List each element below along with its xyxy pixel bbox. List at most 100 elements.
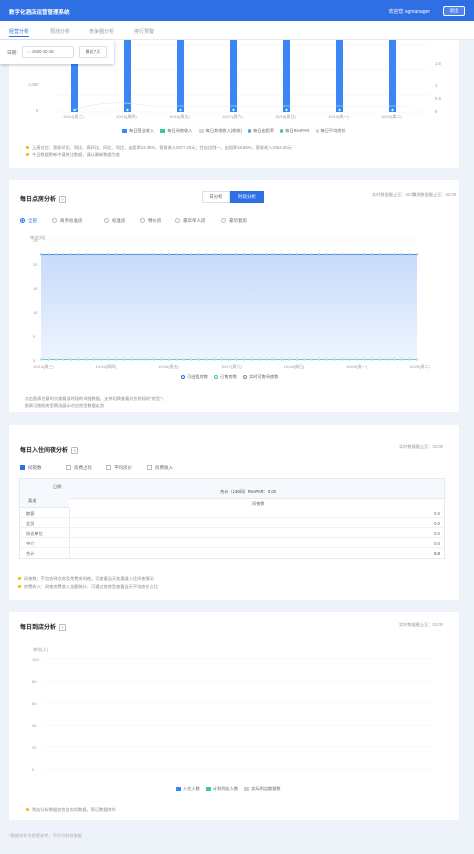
user-greeting: 欢迎您 sgmanager [388, 9, 430, 15]
x-axis-tick: 10/18(周日) [275, 114, 296, 119]
available-rooms-point [77, 253, 80, 256]
available-rooms-point [47, 253, 50, 256]
bullet-icon [26, 146, 29, 150]
table-row: 散客 0.0 [20, 508, 444, 518]
available-rooms-point [355, 253, 358, 256]
sold-rooms-point [310, 358, 313, 361]
y-axis-tick: 15 [33, 286, 38, 291]
check-room-revenue[interactable]: 房费收入 [147, 465, 173, 471]
available-rooms-area [41, 254, 417, 360]
date-filter-popover: 日期： ▭ 2020-10-18 最近7天 [0, 40, 114, 64]
sold-rooms-point [400, 358, 403, 361]
stay-note: 间夜数：不包含钟点房及免费房间夜，可查看当天各渠道入住间夜情况 [18, 576, 154, 582]
legend-item[interactable]: 入住人数 [183, 786, 200, 791]
check-room-ratio[interactable]: 房费占比 [66, 465, 92, 471]
sold-rooms-point [62, 358, 65, 361]
tab-ranking[interactable]: 排行预警 [134, 28, 154, 35]
available-rooms-point [340, 253, 343, 256]
x-axis-tick: 10/19(周一) [346, 364, 368, 369]
sold-rooms-point [175, 358, 178, 361]
revpar-point [232, 108, 235, 112]
revpar-point [285, 108, 288, 112]
x-axis-tick: 10/19(周一) [328, 114, 349, 119]
legend-item[interactable]: 每日其他收入(他收) [206, 128, 242, 133]
logout-button[interactable]: 退出 [443, 6, 465, 16]
x-axis-tick: 10/18(周日) [283, 364, 305, 369]
legend-item[interactable]: 每日出租率 [253, 128, 274, 133]
help-icon[interactable]: ? [71, 446, 79, 454]
table-row: 合计 0.0 [26, 551, 440, 556]
sold-rooms-point [77, 358, 80, 361]
sold-rooms-point [333, 358, 336, 361]
sold-rooms-point [220, 358, 223, 361]
tab-forecast[interactable]: 预测分析 [50, 28, 70, 35]
legend-item[interactable]: 每日平均房价 [321, 128, 346, 133]
available-rooms-point [92, 253, 95, 256]
sold-rooms-point [258, 358, 261, 361]
sold-rooms-point [295, 358, 298, 361]
y-axis-tick: 80 [32, 679, 37, 684]
bullet-icon [18, 585, 21, 589]
tab-competition[interactable]: 竞争圈分析 [89, 28, 114, 35]
room-note: · 点击图表任意时点查看该时段的详细数据，支持切换查看对应时段的"房型"； [22, 396, 166, 401]
checkbox-icon [147, 465, 152, 471]
corner-date: 日期 [53, 484, 62, 489]
available-rooms-point [212, 253, 215, 256]
legend-item[interactable]: 每日营业收入 [129, 128, 154, 133]
bullet-icon [26, 153, 29, 157]
revenue-bar [283, 40, 290, 112]
arrival-panel: 每日到店分析? 实时数据截止至：02:00 单位(人) 入住人数 计划到店人数 … [9, 612, 459, 820]
sold-rooms-point [355, 358, 358, 361]
available-rooms-point [115, 253, 118, 256]
sold-rooms-point [250, 358, 253, 361]
available-rooms-point [408, 253, 411, 256]
sold-rooms-point [212, 358, 215, 361]
table-row: 协议单位 0.0 [20, 528, 444, 538]
available-rooms-point [288, 253, 291, 256]
available-rooms-point [40, 253, 43, 256]
legend-item[interactable]: 每日间夜收入 [167, 128, 192, 133]
sold-rooms-point [325, 358, 328, 361]
sold-rooms-point [385, 358, 388, 361]
sold-rooms-point [145, 358, 148, 361]
revenue-bar [230, 40, 237, 112]
sold-rooms-point [92, 358, 95, 361]
available-rooms-point [310, 253, 313, 256]
available-rooms-point [235, 253, 238, 256]
legend-item[interactable]: 已售房数 [220, 374, 237, 379]
date-input[interactable]: ▭ 2020-10-18 [22, 46, 74, 58]
tab-business-analysis[interactable]: 经营分析 [9, 28, 30, 37]
y-axis-tick: 60 [32, 701, 37, 706]
available-rooms-point [265, 253, 268, 256]
x-axis-tick: 10/17(周六) [222, 114, 243, 119]
available-rooms-point [400, 253, 403, 256]
x-axis-tick: 10/20(周二) [381, 114, 402, 119]
check-nights[interactable]: 间夜数 [20, 465, 42, 471]
available-rooms-point [318, 253, 321, 256]
y-axis-tick: 20 [33, 262, 38, 267]
available-rooms-point [182, 253, 185, 256]
legend-item[interactable]: 每日RevPAR [285, 128, 309, 133]
room-chart-body [40, 239, 419, 361]
sold-rooms-point [130, 358, 133, 361]
available-rooms-point [333, 253, 336, 256]
check-avg-price[interactable]: 平均房价 [106, 465, 132, 471]
legend-item[interactable]: 可出租房数 [187, 374, 208, 379]
sold-rooms-point [288, 358, 291, 361]
revenue-bar [124, 40, 131, 112]
available-rooms-point [205, 253, 208, 256]
preset-button[interactable]: 最近7天 [79, 46, 107, 58]
sold-rooms-point [363, 358, 366, 361]
legend-item[interactable]: 计划到店人数 [213, 786, 238, 791]
available-rooms-point [378, 253, 381, 256]
available-rooms-point [70, 253, 73, 256]
available-rooms-point [385, 253, 388, 256]
y-axis-tick: 5 [33, 334, 36, 339]
sold-rooms-point [190, 358, 193, 361]
legend-item[interactable]: 实时可售间夜数 [249, 374, 278, 379]
top-bar: 数字化酒店运营管理系统 欢迎您 sgmanager 退出 [0, 0, 474, 21]
legend-item[interactable]: 实际到店散客数 [251, 786, 280, 791]
available-rooms-point [130, 253, 133, 256]
x-axis-tick: 10/15(周四) [116, 114, 137, 119]
overview-note: 今日数据更新中请关注数据，请以最新数据为准 [26, 152, 120, 158]
